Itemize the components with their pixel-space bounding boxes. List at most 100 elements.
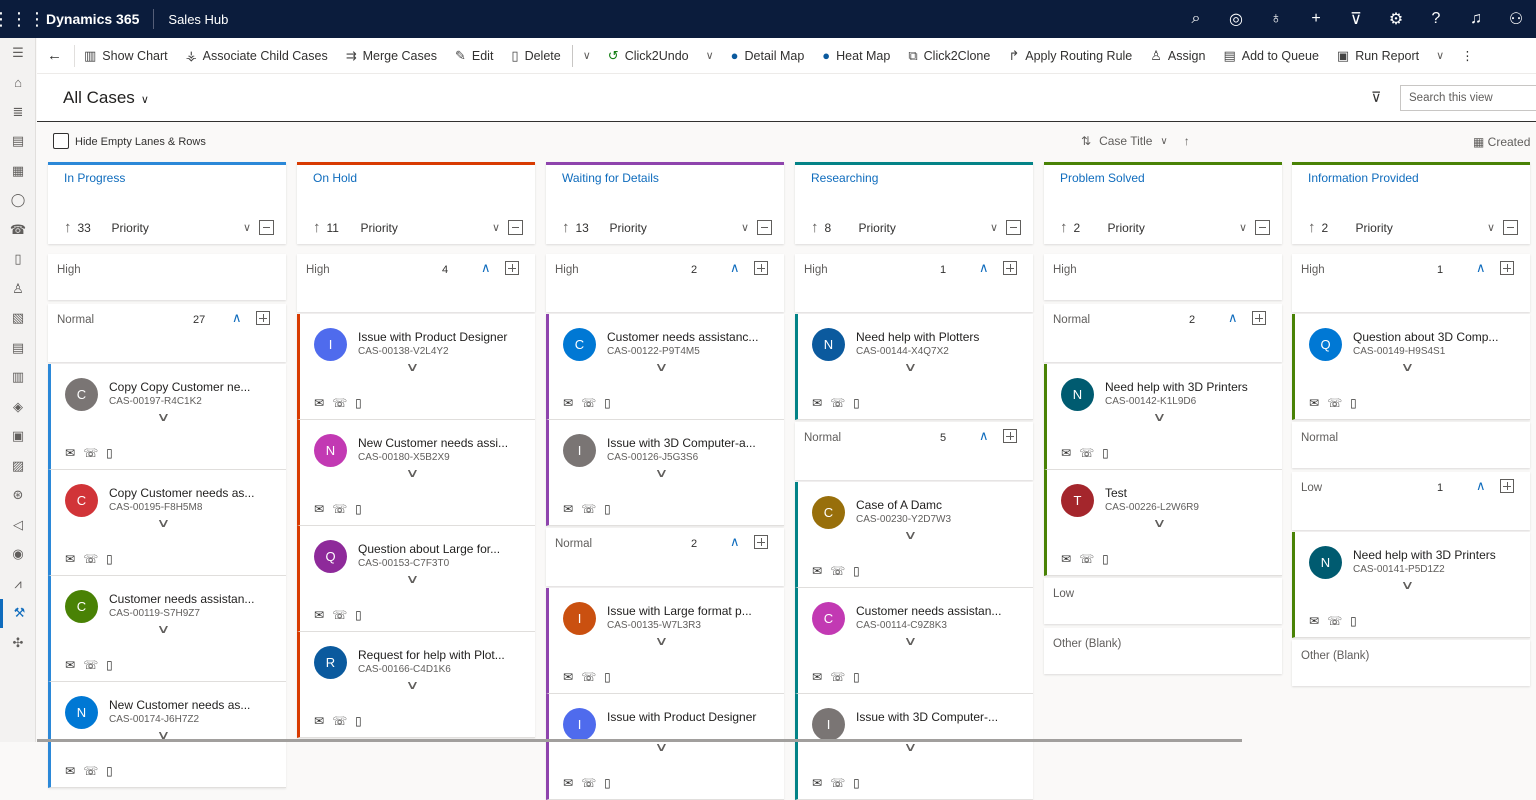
list-icon[interactable]: ▥ — [0, 363, 36, 393]
phone-icon[interactable]: ☏ — [332, 396, 347, 410]
case-title[interactable]: Question about Large for... — [358, 542, 523, 556]
case-card[interactable]: C Customer needs assistan... CAS-00114-C9Z… — [795, 588, 1033, 694]
chevron-up-icon[interactable]: ∧ — [232, 310, 242, 326]
expand-chevron-icon[interactable]: ∨ — [1400, 360, 1414, 374]
case-title[interactable]: Issue with 3D Computer-... — [856, 710, 1021, 724]
undo-dropdown-chevron-icon[interactable]: ∨ — [698, 49, 722, 62]
case-card[interactable]: I Issue with Product Designer CAS-00138-V2… — [297, 314, 535, 420]
chart-icon[interactable]: ⩘ — [0, 569, 36, 599]
note-icon[interactable]: ▯ — [1102, 552, 1109, 566]
case-card[interactable]: R Request for help with Plot... CAS-00166-… — [297, 632, 535, 738]
expand-chevron-icon[interactable]: ∨ — [1400, 578, 1414, 592]
collapse-icon[interactable] — [508, 220, 523, 235]
collapse-icon[interactable] — [1255, 220, 1270, 235]
email-icon[interactable]: ✉ — [1309, 614, 1319, 628]
expand-chevron-icon[interactable]: ∨ — [405, 360, 419, 374]
email-icon[interactable]: ✉ — [563, 396, 573, 410]
email-icon[interactable]: ✉ — [563, 502, 573, 516]
lane-title[interactable]: Information Provided — [1308, 171, 1419, 185]
case-card[interactable]: I Issue with 3D Computer-a... CAS-00126-J5… — [546, 420, 784, 526]
phone-icon[interactable]: ☏ — [1327, 614, 1342, 628]
run-report-chevron-icon[interactable]: ∨ — [1428, 49, 1452, 62]
email-icon[interactable]: ✉ — [314, 396, 324, 410]
case-title[interactable]: Test — [1105, 486, 1270, 500]
chevron-up-icon[interactable]: ∧ — [730, 534, 740, 550]
phone-icon[interactable]: ☏ — [1079, 446, 1094, 460]
case-title[interactable]: Copy Customer needs as... — [109, 486, 274, 500]
note-icon[interactable]: ▯ — [1350, 396, 1357, 410]
pinned-icon[interactable]: ▤ — [0, 127, 36, 157]
case-card[interactable]: I Issue with Product Designer ∨ ✉ ☏ ▯ — [546, 694, 784, 800]
case-card[interactable]: Q Question about 3D Comp... CAS-00149-H9S4… — [1292, 314, 1530, 420]
plus-icon[interactable]: + — [1296, 10, 1336, 28]
phone-icon[interactable]: ☏ — [83, 552, 98, 566]
note-icon[interactable]: ▯ — [1350, 614, 1357, 628]
note-icon[interactable]: ▯ — [853, 776, 860, 790]
phone-icon[interactable]: ☏ — [83, 658, 98, 672]
lane-title[interactable]: Researching — [811, 171, 878, 185]
email-icon[interactable]: ✉ — [812, 564, 822, 578]
phone-icon[interactable]: ☏ — [830, 670, 845, 684]
expand-chevron-icon[interactable]: ∨ — [405, 678, 419, 692]
phone-icon[interactable]: ☏ — [332, 502, 347, 516]
chevron-up-icon[interactable]: ∧ — [1476, 478, 1486, 494]
run-report-button[interactable]: ▣ Run Report — [1328, 38, 1428, 74]
phone-icon[interactable]: ☏ — [83, 446, 98, 460]
detail-map-button[interactable]: ● Detail Map — [722, 38, 814, 74]
email-icon[interactable]: ✉ — [812, 670, 822, 684]
apply-routing-rule-button[interactable]: ↱ Apply Routing Rule — [999, 38, 1141, 74]
collapse-icon[interactable] — [1503, 220, 1518, 235]
expand-chevron-icon[interactable]: ∨ — [405, 466, 419, 480]
brand-title[interactable]: Dynamics 365 — [38, 9, 155, 29]
note-icon[interactable]: ▯ — [355, 396, 362, 410]
case-title[interactable]: Need help with 3D Printers — [1105, 380, 1270, 394]
expand-chevron-icon[interactable]: ∨ — [903, 740, 917, 754]
app-launcher-icon[interactable]: ⋮⋮⋮ — [0, 0, 46, 38]
case-card[interactable]: I Issue with Large format p... CAS-00135-W… — [546, 588, 784, 694]
chevron-down-icon[interactable]: ∨ — [990, 221, 998, 234]
lane-title[interactable]: In Progress — [64, 171, 125, 185]
back-arrow-icon[interactable]: ← — [37, 44, 75, 67]
report-icon[interactable]: ▤ — [0, 333, 36, 363]
expand-chevron-icon[interactable]: ∨ — [1152, 516, 1166, 530]
expand-chevron-icon[interactable]: ∨ — [654, 466, 668, 480]
add-icon[interactable] — [256, 311, 270, 325]
contact-icon[interactable]: ◯ — [0, 186, 36, 216]
lane-field[interactable]: Priority — [610, 221, 741, 235]
email-icon[interactable]: ✉ — [65, 764, 75, 778]
created-control[interactable]: ▦ Created — [1473, 135, 1530, 149]
case-title[interactable]: Case of A Damc — [856, 498, 1021, 512]
chevron-down-icon[interactable]: ∨ — [243, 221, 251, 234]
expand-chevron-icon[interactable]: ∨ — [654, 634, 668, 648]
email-icon[interactable]: ✉ — [314, 608, 324, 622]
lightbulb-icon[interactable]: ♁ — [1256, 10, 1296, 28]
expand-chevron-icon[interactable]: ∨ — [405, 572, 419, 586]
case-card[interactable]: Q Question about Large for... CAS-00153-C7… — [297, 526, 535, 632]
case-card[interactable]: C Customer needs assistanc... CAS-00122-P9… — [546, 314, 784, 420]
email-icon[interactable]: ✉ — [563, 670, 573, 684]
expand-chevron-icon[interactable]: ∨ — [1152, 410, 1166, 424]
case-card[interactable]: C Case of A Damc CAS-00230-Y2D7W3 ∨ ✉ ☏ ▯ — [795, 482, 1033, 588]
delete-button[interactable]: ▯ Delete — [502, 38, 569, 74]
case-card[interactable]: C Copy Customer needs as... CAS-00195-F8H5… — [48, 470, 286, 576]
sort-control[interactable]: ⇅ Case Title ∨ ↑ — [1081, 134, 1198, 148]
menu-icon[interactable]: ☰ — [0, 38, 36, 68]
wrench-icon[interactable]: ⚒ — [0, 598, 36, 628]
email-icon[interactable]: ✉ — [65, 446, 75, 460]
case-card[interactable]: T Test CAS-00226-L2W6R9 ∨ ✉ ☏ ▯ — [1044, 470, 1282, 576]
case-card[interactable]: N New Customer needs as... CAS-00174-J6H7Z… — [48, 682, 286, 788]
view-selector[interactable]: All Cases ∨ — [63, 88, 149, 108]
phone-icon[interactable]: ☏ — [830, 564, 845, 578]
chevron-up-icon[interactable]: ∧ — [1476, 260, 1486, 276]
add-icon[interactable] — [505, 261, 519, 275]
add-icon[interactable] — [754, 535, 768, 549]
note-icon[interactable]: ▯ — [355, 714, 362, 728]
chevron-up-icon[interactable]: ∧ — [730, 260, 740, 276]
case-card[interactable]: N New Customer needs assi... CAS-00180-X5B… — [297, 420, 535, 526]
phone-icon[interactable]: ☏ — [332, 714, 347, 728]
associate-child-cases-button[interactable]: ⚶ Associate Child Cases — [177, 38, 337, 74]
chevron-down-icon[interactable]: ∨ — [1239, 221, 1247, 234]
phone-icon[interactable]: ☏ — [581, 670, 596, 684]
delete-dropdown-chevron-icon[interactable]: ∨ — [575, 49, 599, 62]
note-icon[interactable]: ▯ — [853, 564, 860, 578]
